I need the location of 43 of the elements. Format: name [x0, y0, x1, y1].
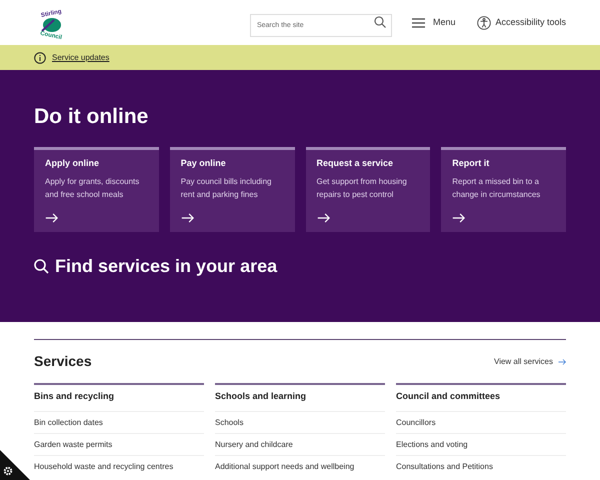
arrow-icon [316, 213, 330, 223]
card-text: Get support from housing repairs to pest control [316, 176, 408, 200]
service-card[interactable]: Apply online Apply for grants, discounts and free school meals [34, 147, 159, 232]
service-link[interactable]: Garden waste permits [34, 433, 204, 455]
find-services-link[interactable]: Find services in your area [34, 253, 278, 280]
service-link[interactable]: Elections and voting [396, 433, 566, 455]
search-icon [374, 16, 386, 28]
info-icon [34, 52, 46, 64]
service-link[interactable]: Councillors [396, 411, 566, 433]
arrow-icon [452, 213, 466, 223]
service-link[interactable]: Additional support needs and wellbeing [215, 455, 385, 477]
gear-icon [3, 466, 13, 476]
service-link[interactable]: Nursery and childcare [215, 433, 385, 455]
arrow-icon [558, 358, 566, 364]
arrow-icon [180, 213, 194, 223]
logo-icon [40, 16, 62, 32]
column-heading: Council and committees [396, 390, 502, 403]
card-title: Apply online [45, 157, 100, 170]
arrow-icon [45, 213, 58, 223]
card-text: Apply for grants, discounts and free school meals [45, 176, 140, 200]
menu-icon [412, 18, 425, 28]
service-card[interactable]: Report it Report a missed bin to a change in circumstances [441, 147, 566, 232]
section-title: Services [34, 352, 92, 371]
service-updates-link[interactable]: Service updates [52, 52, 110, 64]
card-title: Request a service [316, 157, 394, 170]
card-text: Pay council bills including rent and parking fines [180, 176, 272, 200]
menu-button[interactable]: Menu [412, 16, 456, 30]
card-title: Pay online [180, 157, 227, 170]
service-link[interactable]: Consultations and Petitions [396, 455, 566, 477]
service-card[interactable]: Request a service Get support from housing repairs to pest control [306, 147, 430, 232]
view-all-link[interactable]: View all services [494, 356, 566, 368]
card-title: Report it [452, 157, 490, 170]
service-link[interactable]: Schools [215, 411, 385, 433]
search-icon [34, 259, 49, 274]
service-link[interactable]: Household waste and recycling centres [34, 455, 204, 477]
accessibility-icon [477, 16, 492, 30]
column-heading: Schools and learning [215, 390, 308, 403]
hero-title: Do it online [34, 106, 150, 127]
column-heading: Bins and recycling [34, 390, 116, 403]
service-link[interactable]: Bin collection dates [34, 411, 204, 433]
service-card[interactable]: Pay online Pay council bills including rent and parking fines [170, 147, 294, 232]
card-text: Report a missed bin to a change in circumstances [452, 176, 542, 200]
accessibility-button[interactable]: Accessibility tools [477, 16, 566, 30]
